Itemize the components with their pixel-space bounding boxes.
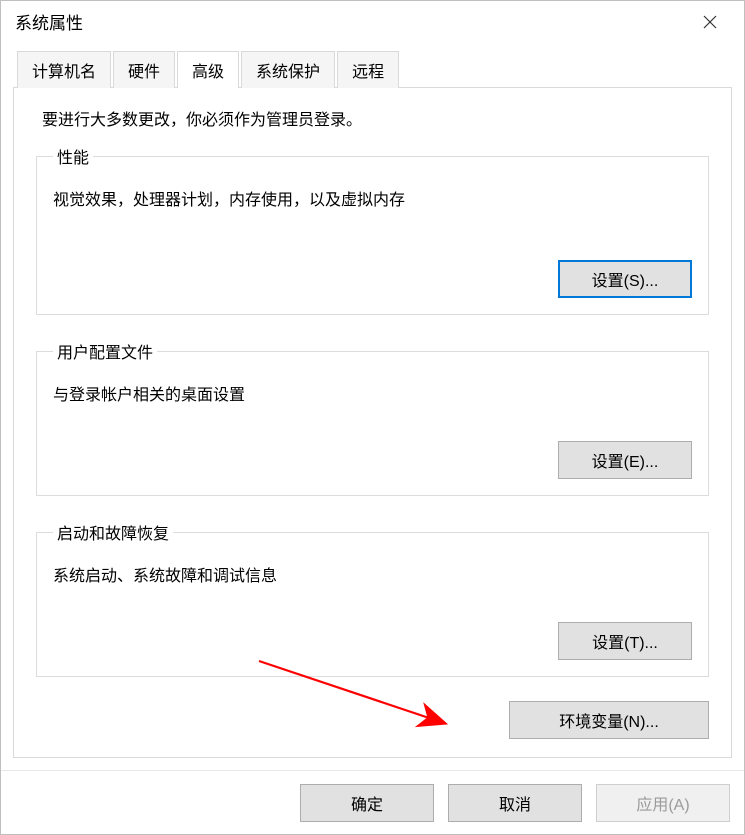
group-performance: 性能 视觉效果，处理器计划，内存使用，以及虚拟内存 设置(S)... (36, 144, 709, 315)
close-icon[interactable] (690, 2, 730, 42)
environment-variables-button[interactable]: 环境变量(N)... (509, 701, 709, 739)
tab-strip: 计算机名 硬件 高级 系统保护 远程 (13, 50, 732, 87)
startup-recovery-settings-button[interactable]: 设置(T)... (558, 622, 692, 660)
group-user-profiles-desc: 与登录帐户相关的桌面设置 (53, 381, 692, 405)
group-user-profiles-legend: 用户配置文件 (53, 339, 157, 363)
performance-settings-button[interactable]: 设置(S)... (558, 260, 692, 298)
env-var-row: 环境变量(N)... (36, 701, 709, 739)
window-title: 系统属性 (15, 9, 83, 34)
group-startup-recovery: 启动和故障恢复 系统启动、系统故障和调试信息 设置(T)... (36, 520, 709, 677)
group-startup-recovery-desc: 系统启动、系统故障和调试信息 (53, 562, 692, 586)
client-area: 计算机名 硬件 高级 系统保护 远程 要进行大多数更改，你必须作为管理员登录。 … (1, 42, 744, 770)
group-startup-recovery-legend: 启动和故障恢复 (53, 520, 173, 544)
tab-advanced[interactable]: 高级 (177, 51, 239, 88)
tab-hardware[interactable]: 硬件 (113, 51, 175, 88)
tab-computer-name[interactable]: 计算机名 (17, 51, 111, 88)
system-properties-window: 系统属性 计算机名 硬件 高级 系统保护 远程 要进行大多数更改，你必须作为管理… (0, 0, 745, 835)
group-performance-legend: 性能 (53, 144, 93, 168)
cancel-button[interactable]: 取消 (448, 784, 582, 822)
user-profiles-settings-button[interactable]: 设置(E)... (558, 441, 692, 479)
tab-system-protection[interactable]: 系统保护 (241, 51, 335, 88)
apply-button[interactable]: 应用(A) (596, 784, 730, 822)
admin-note: 要进行大多数更改，你必须作为管理员登录。 (36, 106, 709, 130)
titlebar: 系统属性 (1, 1, 744, 42)
tab-remote[interactable]: 远程 (337, 51, 399, 88)
ok-button[interactable]: 确定 (300, 784, 434, 822)
group-performance-desc: 视觉效果，处理器计划，内存使用，以及虚拟内存 (53, 186, 692, 210)
dialog-button-row: 确定 取消 应用(A) (1, 770, 744, 834)
tab-panel-advanced: 要进行大多数更改，你必须作为管理员登录。 性能 视觉效果，处理器计划，内存使用，… (13, 87, 732, 758)
group-user-profiles: 用户配置文件 与登录帐户相关的桌面设置 设置(E)... (36, 339, 709, 496)
